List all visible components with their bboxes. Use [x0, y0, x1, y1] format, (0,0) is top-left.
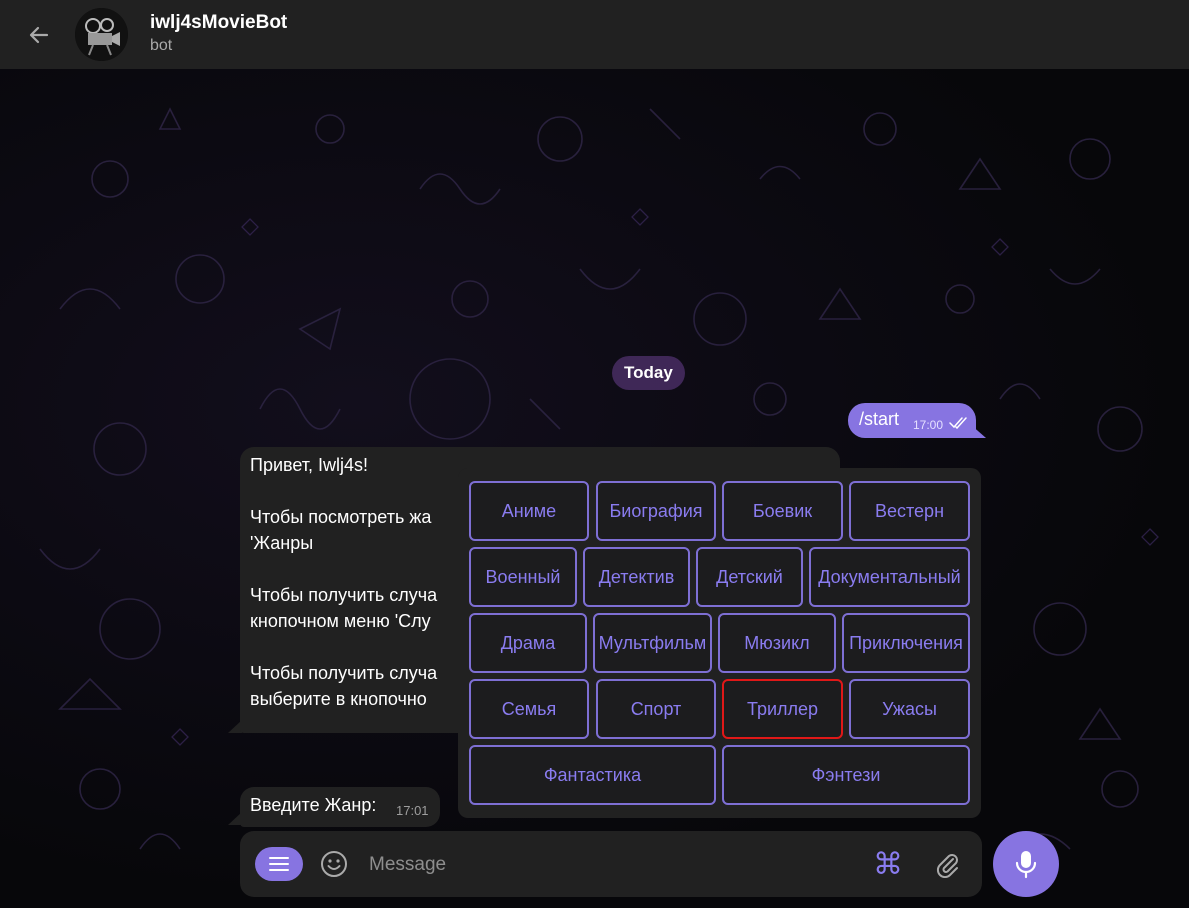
prompt-text: Введите Жанр:: [250, 795, 377, 815]
message-composer: ⌘: [240, 831, 982, 897]
keyboard-button-scifi[interactable]: Фантастика: [469, 745, 716, 805]
outgoing-message-time: 17:00: [913, 418, 944, 432]
keyboard-button-family[interactable]: Семья: [469, 679, 589, 739]
command-icon: ⌘: [873, 847, 903, 881]
message-input[interactable]: [367, 849, 851, 881]
movie-camera-icon: [75, 8, 128, 61]
keyboard-button-fantasy[interactable]: Фэнтези: [722, 745, 970, 805]
message-line: кнопочном меню 'Слу: [250, 611, 431, 631]
keyboard-button-western[interactable]: Вестерн: [849, 481, 970, 541]
message-line: выберите в кнопочно: [250, 689, 427, 709]
keyboard-button-anime[interactable]: Аниме: [469, 481, 589, 541]
message-line: Привет, Iwlj4s!: [250, 455, 369, 475]
keyboard-toggle-button[interactable]: [255, 847, 303, 881]
voice-message-button[interactable]: [993, 831, 1059, 897]
arrow-left-icon: [29, 26, 49, 44]
avatar[interactable]: [75, 8, 128, 61]
chat-title[interactable]: iwlj4sMovieBot: [150, 12, 287, 34]
emoji-button[interactable]: [317, 847, 351, 881]
keyboard-button-adventure[interactable]: Приключения: [842, 613, 970, 673]
telegram-chat-window: iwlj4sMovieBot bot Today /start 17:00 Пр…: [0, 0, 1189, 908]
message-line: Чтобы получить случа: [250, 585, 438, 605]
keyboard-button-drama[interactable]: Драма: [469, 613, 587, 673]
keyboard-button-detective[interactable]: Детектив: [583, 547, 690, 607]
message-line: Чтобы получить случа: [250, 663, 438, 683]
message-line: Чтобы посмотреть жа: [250, 507, 432, 527]
bot-commands-button[interactable]: ⌘: [869, 845, 907, 883]
outgoing-message[interactable]: /start 17:00: [848, 403, 976, 438]
outgoing-message-text: /start: [859, 409, 900, 429]
chat-subtitle: bot: [150, 37, 173, 54]
keyboard-button-biography[interactable]: Биография: [596, 481, 716, 541]
menu-icon: [269, 857, 289, 871]
keyboard-button-action[interactable]: Боевик: [722, 481, 843, 541]
back-button[interactable]: [20, 16, 58, 54]
date-divider: Today: [612, 356, 685, 390]
message-line: 'Жанры: [250, 533, 314, 553]
microphone-icon: [1015, 851, 1037, 879]
keyboard-button-thriller[interactable]: Триллер: [722, 679, 843, 739]
chat-header: iwlj4sMovieBot bot: [0, 0, 1189, 69]
keyboard-button-kids[interactable]: Детский: [696, 547, 803, 607]
keyboard-button-horror[interactable]: Ужасы: [849, 679, 970, 739]
keyboard-button-documentary[interactable]: Документальный: [809, 547, 970, 607]
keyboard-button-musical[interactable]: Мюзикл: [718, 613, 836, 673]
reply-keyboard: Аниме Биография Боевик Вестерн Военный Д…: [458, 468, 981, 818]
prompt-time: 17:01: [396, 803, 429, 818]
double-check-icon: [949, 417, 967, 429]
keyboard-button-war[interactable]: Военный: [469, 547, 577, 607]
keyboard-button-cartoon[interactable]: Мультфильм: [593, 613, 712, 673]
keyboard-button-sport[interactable]: Спорт: [596, 679, 716, 739]
attach-button[interactable]: [930, 847, 964, 881]
smiley-icon: [321, 851, 347, 877]
incoming-prompt-message[interactable]: Введите Жанр: 17:01: [240, 787, 440, 827]
paperclip-icon: [936, 854, 958, 878]
